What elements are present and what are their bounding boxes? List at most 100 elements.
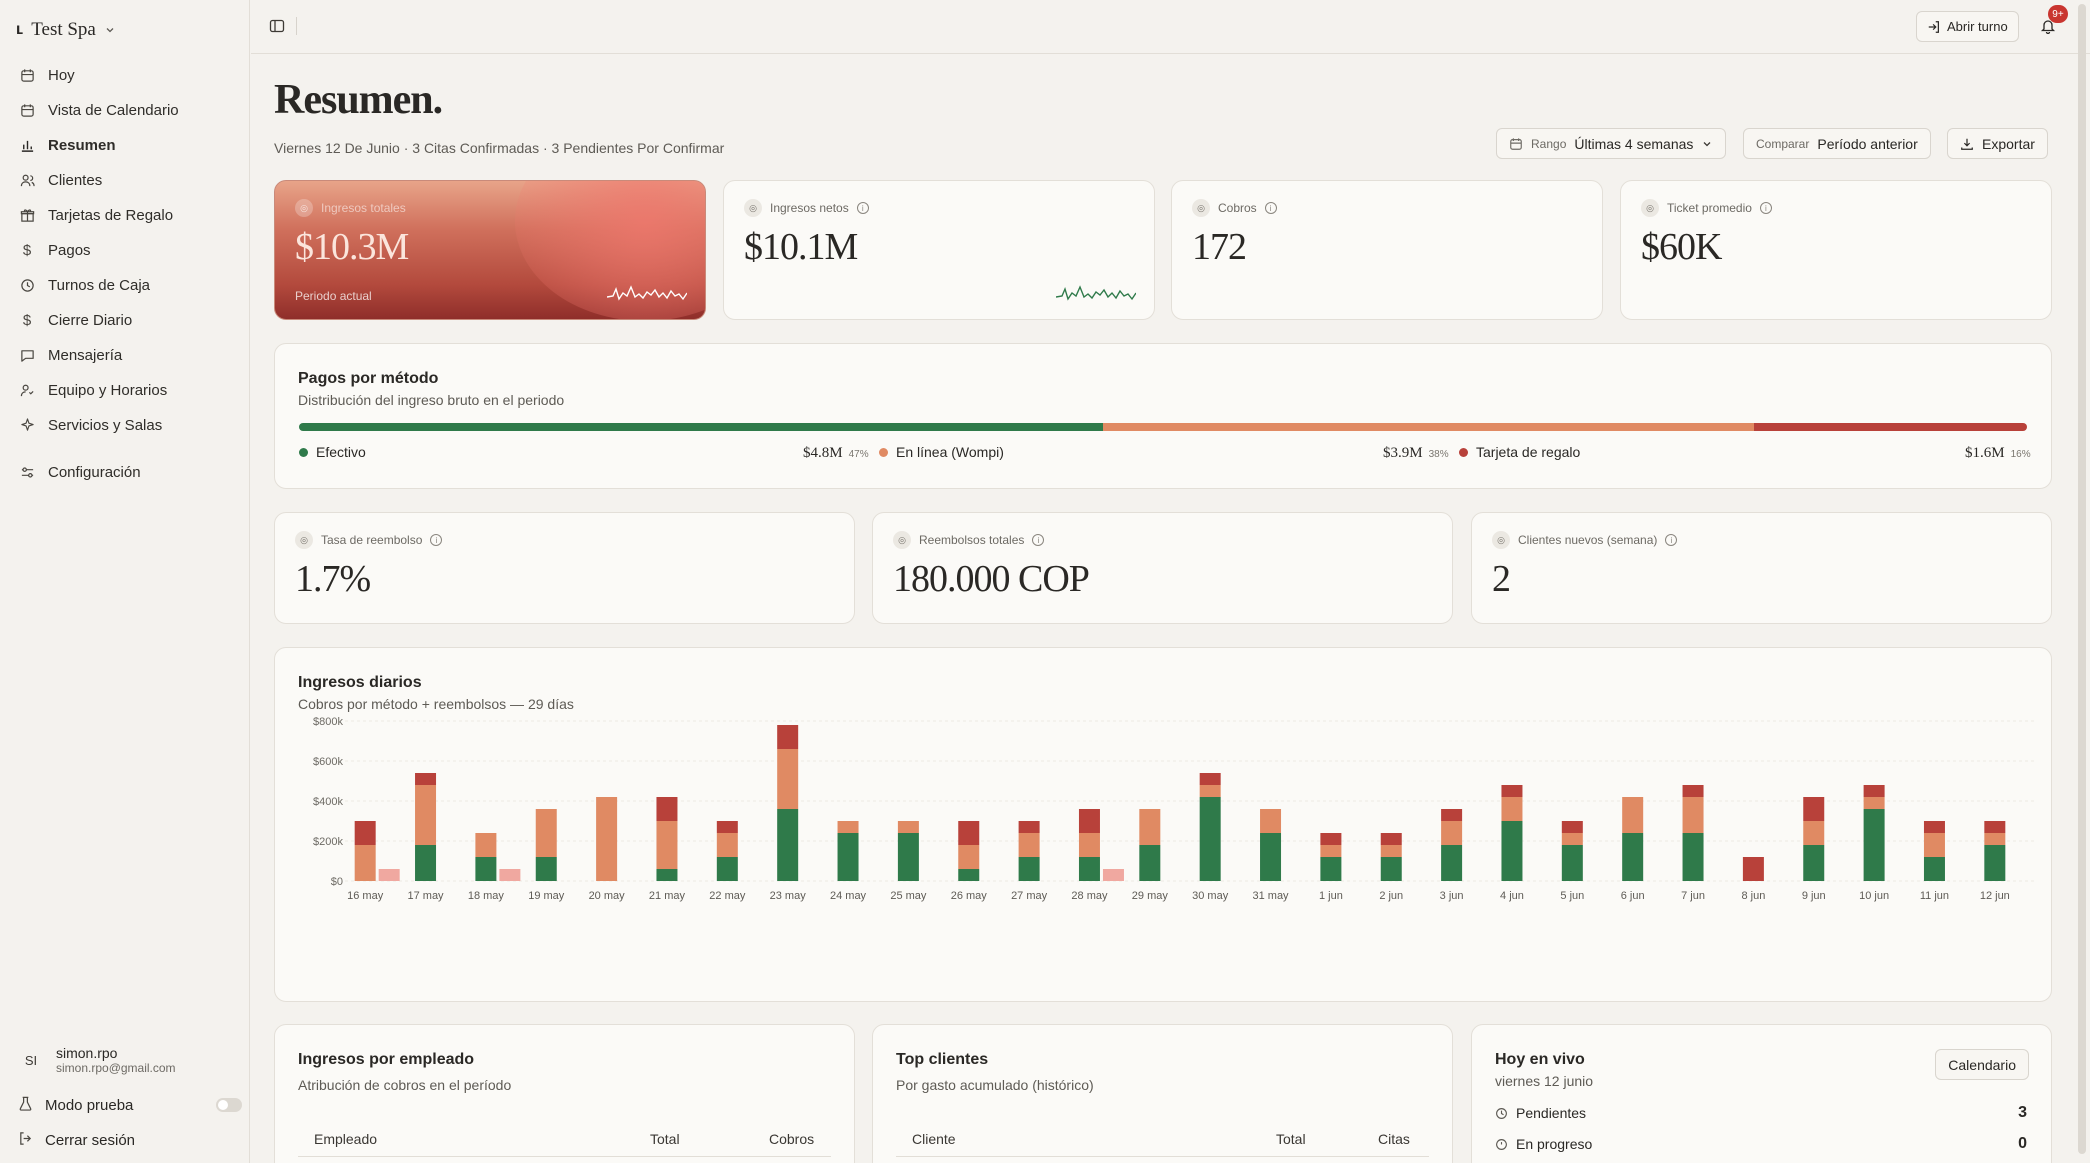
chevron-down-icon (1703, 141, 1711, 146)
info-icon[interactable]: i (1264, 202, 1277, 214)
amount-value: $1.6M (1965, 445, 2005, 461)
legend-amount: $3.9M 38% (1383, 444, 1449, 462)
kpi-label: Ingresos totales (321, 201, 406, 215)
sidebar-item-turnos[interactable]: Turnos de Caja (8, 268, 242, 303)
calendar-button[interactable]: Calendario (1935, 1049, 2029, 1080)
sidebar-item-mensajeria[interactable]: Mensajería (8, 338, 242, 373)
x-tick-label: 9 jun (1802, 890, 1826, 902)
section-subtitle: Atribución de cobros en el período (298, 1077, 512, 1093)
live-row-in-progress[interactable]: En progreso 0 (1495, 1135, 2027, 1152)
x-tick-label: 5 jun (1560, 890, 1584, 902)
bar-segment (1622, 797, 1644, 833)
bar-segment (837, 833, 859, 881)
toggle-sidebar-button[interactable] (266, 15, 288, 37)
kpi-card-total-refunds[interactable]: ◎ Reembolsos totales i 180.000 COP (872, 512, 1453, 624)
live-row-pending[interactable]: Pendientes 3 (1495, 1104, 2027, 1121)
sidebar-item-clientes[interactable]: Clientes (8, 163, 242, 198)
bar-segment (1863, 809, 1885, 881)
divider (296, 17, 297, 35)
legend-label: En línea (Wompi) (896, 444, 1004, 460)
column-header[interactable]: Cobros (769, 1131, 814, 1147)
bar-segment (1441, 821, 1463, 845)
section-title: Ingresos por empleado (298, 1051, 475, 1068)
page-subtitle: Viernes 12 De Junio · 3 Citas Confirmada… (274, 140, 725, 156)
bar-segment (656, 797, 678, 821)
bar-segment (1622, 833, 1644, 881)
bar-segment (1803, 797, 1825, 821)
info-icon[interactable]: i (1759, 202, 1772, 214)
kpi-header: ◎ Ticket promedio i (1641, 199, 1772, 217)
section-title: Ingresos diarios (298, 674, 422, 691)
bar-segment (897, 833, 919, 881)
column-header[interactable]: Cliente (912, 1131, 956, 1147)
bar-segment (475, 857, 497, 881)
info-icon[interactable]: i (430, 534, 443, 546)
bar-segment (656, 821, 678, 869)
x-tick-label: 11 jun (1920, 890, 1949, 902)
sidebar-item-resumen[interactable]: Resumen (8, 128, 242, 163)
info-icon[interactable]: i (1032, 534, 1045, 546)
sidebar-item-hoy[interactable]: Hoy (8, 58, 242, 93)
bar-segment (1320, 857, 1342, 881)
sidebar-item-pagos[interactable]: $ Pagos (8, 233, 242, 268)
column-header[interactable]: Citas (1378, 1131, 1410, 1147)
sidebar-item-label: Resumen (48, 137, 116, 154)
bar-segment (1682, 785, 1704, 797)
logout-button[interactable]: Cerrar sesión (8, 1123, 242, 1157)
bar-segment (354, 845, 376, 881)
calendar-icon (1510, 137, 1522, 150)
bar-segment (1501, 797, 1523, 821)
login-icon (1928, 20, 1939, 33)
x-tick-label: 21 may (649, 890, 686, 902)
open-shift-button[interactable]: Abrir turno (1916, 11, 2019, 42)
info-icon[interactable]: i (856, 202, 869, 214)
kpi-card-refund-rate[interactable]: ◎ Tasa de reembolso i 1.7% (274, 512, 855, 624)
x-tick-label: 25 may (890, 890, 927, 902)
legend-dot (1459, 447, 1468, 457)
distribution-segment (299, 423, 1103, 431)
scrollbar-thumb[interactable] (2078, 4, 2086, 1154)
kpi-card-charges[interactable]: ◎ Cobros i 172 (1171, 180, 1603, 320)
kpi-card-avg-ticket[interactable]: ◎ Ticket promedio i $60K (1620, 180, 2052, 320)
flask-icon (18, 1096, 33, 1115)
kpi-header: ◎ Ingresos netos i (744, 199, 869, 217)
sidebar-item-equipo[interactable]: Equipo y Horarios (8, 373, 242, 408)
legend-dot (879, 447, 888, 457)
sidebar-item-cierre[interactable]: $ Cierre Diario (8, 303, 242, 338)
page-title: Resumen. (274, 77, 443, 123)
bar-segment (596, 797, 618, 881)
user-profile[interactable]: SI simon.rpo simon.rpo@gmail.com (18, 1045, 176, 1075)
column-header[interactable]: Empleado (314, 1131, 377, 1147)
bar-segment (1320, 845, 1342, 857)
bar-segment (535, 857, 557, 881)
message-icon (18, 347, 36, 365)
bar-segment (656, 869, 678, 881)
kpi-card-total-revenue[interactable]: ◎ Ingresos totales $10.3M Periodo actual (274, 180, 706, 320)
sidebar-item-tarjetas[interactable]: Tarjetas de Regalo (8, 198, 242, 233)
test-mode-toggle[interactable] (216, 1098, 242, 1112)
bar-segment (415, 785, 437, 845)
column-header[interactable]: Total (650, 1131, 680, 1147)
section-subtitle: Cobros por método + reembolsos — 29 días (298, 696, 574, 712)
bar-segment (1561, 845, 1583, 881)
bar-segment (1561, 821, 1583, 833)
info-icon[interactable]: i (1665, 534, 1678, 546)
sidebar-item-calendario[interactable]: Vista de Calendario (8, 93, 242, 128)
section-subtitle: Por gasto acumulado (histórico) (896, 1077, 1094, 1093)
export-button[interactable]: Exportar (1947, 128, 2048, 159)
column-header[interactable]: Total (1276, 1131, 1306, 1147)
sidebar-item-servicios[interactable]: Servicios y Salas (8, 408, 242, 443)
bar-segment (777, 749, 799, 809)
workspace-switcher[interactable]: ʟ Test Spa (16, 16, 116, 44)
range-select[interactable]: Rango Últimas 4 semanas (1496, 128, 1727, 159)
kpi-card-net-revenue[interactable]: ◎ Ingresos netos i $10.1M (723, 180, 1155, 320)
bar-segment (1984, 821, 2006, 833)
gift-icon (18, 207, 36, 225)
compare-select[interactable]: Comparar Período anterior (1743, 128, 1931, 159)
sidebar-item-configuracion[interactable]: Configuración (8, 455, 242, 490)
bar-segment (1139, 809, 1161, 845)
bar-segment (1018, 833, 1040, 857)
coin-icon: ◎ (1641, 199, 1659, 217)
y-tick-label: $0 (331, 876, 343, 888)
kpi-card-new-clients[interactable]: ◎ Clientes nuevos (semana) i 2 (1471, 512, 2052, 624)
